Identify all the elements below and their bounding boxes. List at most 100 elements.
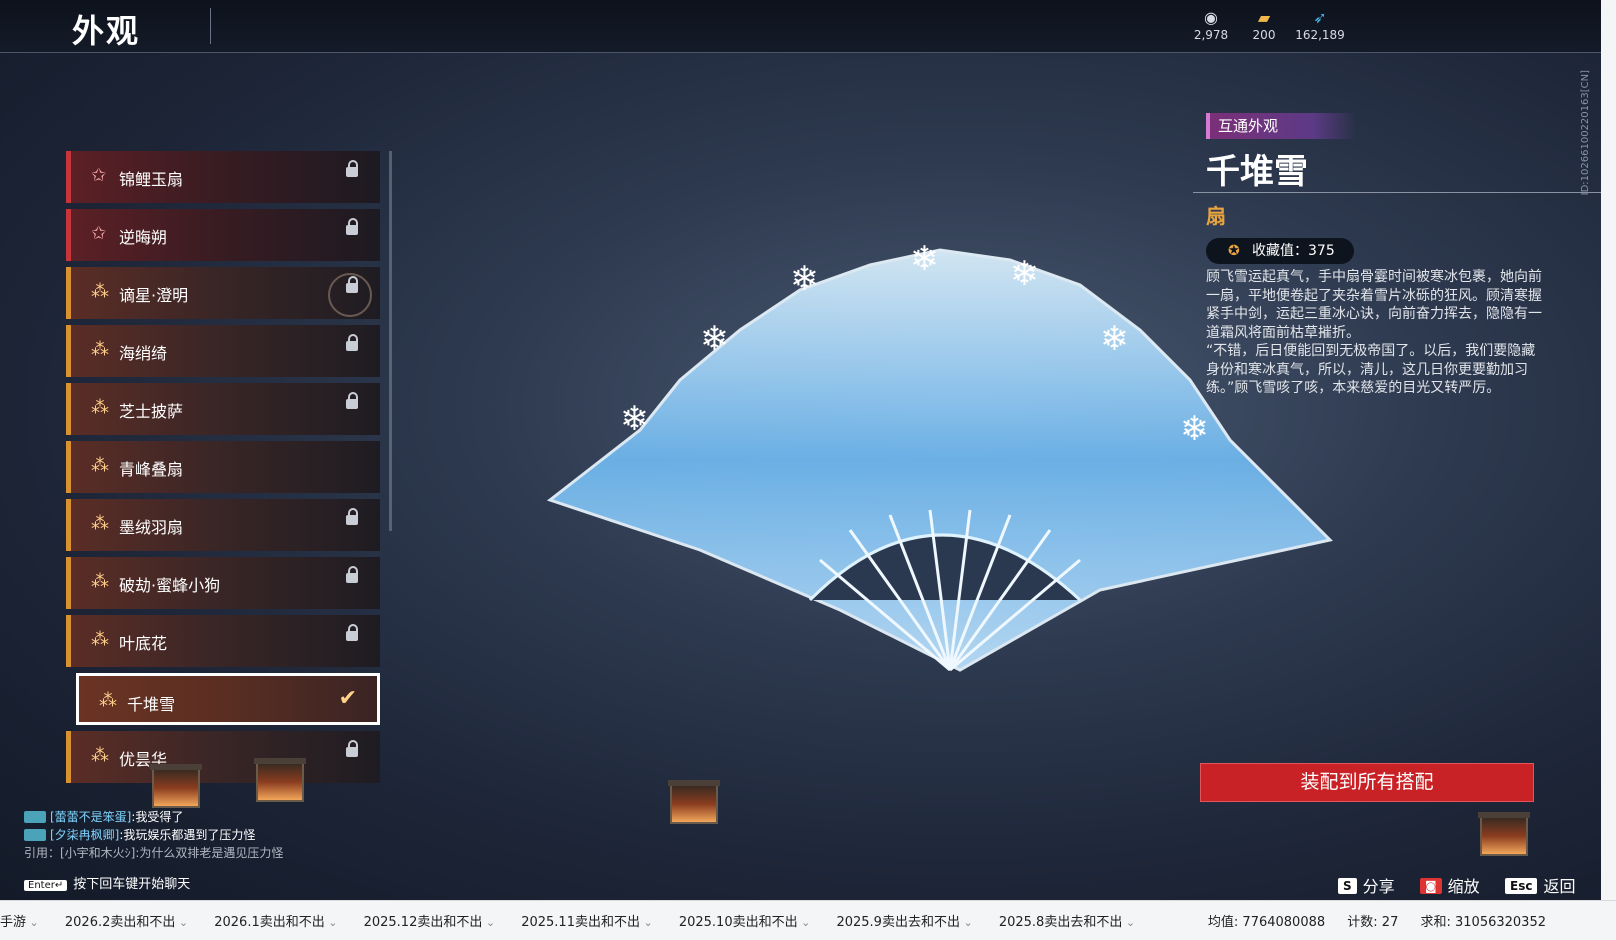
lock-icon [346,334,358,351]
chat-panel: [蕾蕾不是笨蛋]:我受得了 [夕柒冉枫卿]:我玩娱乐都遇到了压力怪 引用：[小宇… [24,808,283,862]
svg-text:❄: ❄ [1180,409,1209,449]
feather-icon: ➶ [1313,8,1327,27]
lantern-decoration [1478,812,1530,856]
list-item-selected[interactable]: ⁂ 千堆雪 ✔ [76,673,380,725]
currency-silver: ◉ 2,978 [1181,8,1241,42]
svg-text:❄: ❄ [620,399,649,439]
gold-ingot-icon: ▰ [1257,8,1271,27]
zoom-hint[interactable]: ◙ 缩放 [1420,873,1480,897]
svg-text:❄: ❄ [910,239,939,279]
average-stat: 均值: 7764080088 [1207,915,1326,930]
equip-all-button[interactable]: 装配到所有搭配 [1200,763,1534,802]
game-viewport: 外观 ◉ 2,978 ▰ 200 ➶ 162,189 ✩ 锦鲤玉扇 ✩ 逆晦朔 … [0,0,1601,900]
esc-key-icon: Esc [1505,878,1538,894]
svg-text:❄: ❄ [790,259,819,299]
sheet-tab[interactable]: 2025.10卖出和不出 [679,915,810,930]
chat-text: :我受得了 [131,810,184,824]
lock-icon [346,566,358,583]
currency-silver-value: 2,978 [1193,28,1229,42]
chat-quote: 引用：[小宇和木火ｼ]:为什么双排老是遇见压力怪 [24,846,284,860]
list-item-label: 千堆雪 [127,695,176,714]
chat-sender[interactable]: [蕾蕾不是笨蛋] [50,810,131,824]
player-id: ID:1026610022016​3[CN] [1580,70,1591,196]
list-item[interactable]: ⁂ 海绡绮 [66,325,380,377]
list-item[interactable]: ⁂ 墨绒羽扇 [66,499,380,551]
back-hint[interactable]: Esc 返回 [1505,873,1575,897]
collection-icon: ✪ [1228,243,1240,259]
item-type: 扇 [1206,204,1226,228]
enter-key-icon: Enter↵ [24,880,68,891]
sheet-tab[interactable]: 2026.2卖出和不出 [65,915,188,930]
sheet-tab[interactable]: 2026.1卖出和不出 [214,915,337,930]
list-item-label: 破劫·蜜蜂小狗 [119,576,221,595]
list-item-label: 谪星·澄明 [119,286,189,305]
list-item-label: 锦鲤玉扇 [119,170,184,189]
chat-message: [夕柒冉枫卿]:我玩娱乐都遇到了压力怪 [24,826,283,844]
check-icon: ✔ [338,686,357,711]
chat-hint[interactable]: Enter↵ 按下回车键开始聊天 [24,873,190,892]
lock-icon [346,740,358,757]
chat-sender[interactable]: [夕柒冉枫卿] [50,828,119,842]
quality-icon: ⁂ [91,629,109,650]
list-item-label: 海绡绮 [119,344,168,363]
svg-text:❄: ❄ [700,319,729,359]
list-item-label: 叶底花 [119,634,168,653]
currency-feather-value: 162,189 [1295,28,1345,42]
chat-message: [蕾蕾不是笨蛋]:我受得了 [24,808,283,826]
sheet-tabs: 手游 2026.2卖出和不出 2026.1卖出和不出 2025.12卖出和不出 … [0,911,1157,930]
back-label: 返回 [1543,877,1576,896]
quality-icon: ⁂ [91,339,109,360]
quality-icon: ⁂ [91,513,109,534]
share-hint[interactable]: S 分享 [1338,873,1395,897]
list-item-label: 青峰叠扇 [119,460,184,479]
silver-coin-icon: ◉ [1204,8,1218,27]
selection-stats: 均值: 7764080088 计数: 27 求和: 31056320352 [1190,911,1546,930]
channel-icon [24,811,46,823]
appearance-list[interactable]: ✩ 锦鲤玉扇 ✩ 逆晦朔 ⁂ 谪星·澄明 ⁂ 海绡绮 ⁂ 芝士披萨 ⁂ 青峰叠扇 [66,151,382,801]
sheet-tab[interactable]: 2025.9卖出去和不出 [836,915,972,930]
share-label: 分享 [1362,877,1395,896]
list-item[interactable]: ✩ 逆晦朔 [66,209,380,261]
quality-icon: ⁂ [91,397,109,418]
sheet-tab[interactable]: 手游 [0,915,39,930]
list-item[interactable]: ⁂ 青峰叠扇 [66,441,380,493]
zoom-label: 缩放 [1447,877,1480,896]
sheet-tab[interactable]: 2025.11卖出和不出 [521,915,652,930]
top-bar: 外观 ◉ 2,978 ▰ 200 ➶ 162,189 [0,0,1601,53]
title-divider [210,8,211,44]
list-item[interactable]: ⁂ 谪星·澄明 [66,267,380,319]
lock-icon [346,160,358,177]
quality-icon: ⁂ [91,745,109,766]
quality-icon: ⁂ [99,690,117,711]
quality-icon: ⁂ [91,281,109,302]
sheet-tab[interactable]: 2025.8卖出去和不出 [999,915,1135,930]
list-item[interactable]: ⁂ 破劫·蜜蜂小狗 [66,557,380,609]
background-window-strip [1601,0,1616,900]
svg-text:❄: ❄ [1100,319,1129,359]
collection-value: 收藏值：375 [1252,243,1335,259]
quality-icon: ⁂ [91,571,109,592]
shared-appearance-tag: 互通外观 [1206,113,1356,139]
lock-icon [346,508,358,525]
star-icon: ✩ [91,223,107,244]
page-title: 外观 [72,12,141,50]
item-name: 千堆雪 [1206,152,1308,192]
lantern-decoration [668,780,720,824]
channel-icon [24,829,46,841]
lock-icon [346,276,358,293]
lock-icon [346,392,358,409]
sheet-tab[interactable]: 2025.12卖出和不出 [364,915,495,930]
currency-feather: ➶ 162,189 [1290,8,1350,42]
list-item-label: 墨绒羽扇 [119,518,184,537]
lantern-decoration [254,758,306,802]
list-item[interactable]: ⁂ 叶底花 [66,615,380,667]
list-item[interactable]: ⁂ 芝士披萨 [66,383,380,435]
chat-hint-text: 按下回车键开始聊天 [73,877,191,892]
name-divider [1193,192,1601,193]
list-item-label: 逆晦朔 [119,228,168,247]
list-item[interactable]: ⁂ 优昙华 [66,731,380,783]
list-scrollbar[interactable] [389,151,392,531]
list-item[interactable]: ✩ 锦鲤玉扇 [66,151,380,203]
mouse-wheel-icon: ◙ [1420,878,1442,894]
currency-gold: ▰ 200 [1234,8,1294,42]
